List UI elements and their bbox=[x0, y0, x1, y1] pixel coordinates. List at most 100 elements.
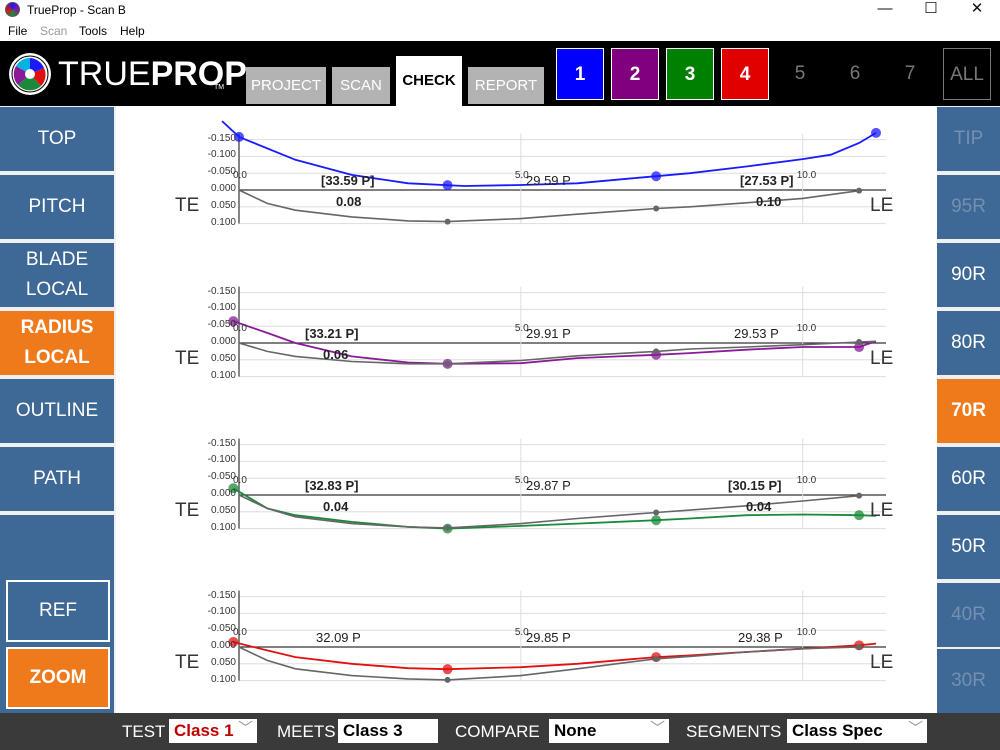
radius-95r-button[interactable]: 95R bbox=[937, 175, 1000, 239]
header-bar: TRUEPROP TM PROJECT SCAN CHECK REPORT 1 … bbox=[0, 41, 1000, 106]
y-tick-label: -0.150 bbox=[207, 437, 236, 449]
te-label: TE bbox=[175, 652, 200, 673]
right-radius-panel: TIP 95R 90R 80R 70R 60R 50R 40R 30R bbox=[937, 106, 1000, 713]
tab-check[interactable]: CHECK bbox=[396, 56, 462, 106]
y-tick-label: -0.100 bbox=[207, 606, 236, 618]
blade-1-button[interactable]: 1 bbox=[556, 48, 604, 100]
x-tick-label: 10.0 bbox=[796, 323, 817, 334]
x-tick-label: 10.0 bbox=[796, 627, 817, 638]
tab-project[interactable]: PROJECT bbox=[246, 67, 326, 104]
radius-60r-button[interactable]: 60R bbox=[937, 447, 1000, 511]
blade-point-marker bbox=[651, 171, 662, 182]
blade-6-button[interactable]: 6 bbox=[831, 48, 879, 100]
close-button[interactable]: ✕ bbox=[954, 0, 1000, 20]
y-tick-label: -0.100 bbox=[207, 302, 236, 314]
design-point-marker bbox=[856, 338, 863, 345]
radius-50r-button[interactable]: 50R bbox=[937, 515, 1000, 579]
tab-report[interactable]: REPORT bbox=[468, 67, 544, 104]
menu-tools[interactable]: Tools bbox=[79, 24, 107, 38]
le-label: LE bbox=[870, 500, 894, 521]
nav-outline-label: OUTLINE bbox=[15, 400, 99, 421]
blade-3-button[interactable]: 3 bbox=[666, 48, 714, 100]
plot-area: -0.150 -0.100 -0.050 0.000 0.050 0.100 0.0 5.0 1… bbox=[116, 106, 937, 713]
nav-top-button[interactable]: TOP bbox=[0, 107, 114, 171]
radius-90r-button[interactable]: 90R bbox=[937, 243, 1000, 307]
x-tick-label: 0.0 bbox=[233, 170, 247, 181]
compare-label: COMPARE bbox=[455, 722, 540, 741]
y-tick-label: -0.050 bbox=[207, 471, 236, 483]
compare-value: None bbox=[554, 721, 597, 740]
chevron-down-icon: ﹀ bbox=[237, 720, 253, 737]
blade-all-button[interactable]: ALL bbox=[943, 48, 991, 100]
segments-label: SEGMENTS bbox=[686, 722, 782, 741]
blade-4-button[interactable]: 4 bbox=[721, 48, 769, 100]
design-point-marker bbox=[856, 492, 863, 499]
radius-30r-button[interactable]: 30R bbox=[937, 649, 1000, 713]
section-plots bbox=[221, 120, 886, 683]
y-tick-label: -0.050 bbox=[207, 166, 236, 178]
zoom-button[interactable]: ZOOM bbox=[5, 646, 111, 710]
y-tick-label: -0.050 bbox=[207, 319, 236, 331]
le-label: LE bbox=[870, 348, 894, 369]
logo-trademark: TM bbox=[214, 84, 225, 91]
minimize-button[interactable]: — bbox=[862, 0, 908, 20]
y-tick-label: 0.050 bbox=[210, 504, 236, 516]
y-tick-label: 0.000 bbox=[210, 183, 236, 194]
le-label: LE bbox=[870, 652, 894, 673]
y-tick-label: 0.100 bbox=[210, 369, 236, 381]
y-tick-label: -0.050 bbox=[207, 623, 236, 635]
nav-blade-local-button[interactable]: BLADE LOCAL bbox=[0, 243, 114, 307]
meets-value: Class 3 bbox=[343, 721, 403, 740]
radius-tip-button[interactable]: TIP bbox=[937, 107, 1000, 171]
window-title: TrueProp - Scan B bbox=[27, 3, 126, 17]
menu-scan[interactable]: Scan bbox=[40, 24, 67, 38]
x-tick-label: 10.0 bbox=[796, 170, 817, 181]
meets-label: MEETS bbox=[277, 722, 336, 741]
nav-radius-local-label-1: RADIUS bbox=[20, 317, 94, 338]
design-point-marker bbox=[856, 187, 863, 194]
blade-point-marker bbox=[442, 180, 453, 191]
compare-select[interactable]: None ﹀ bbox=[549, 719, 669, 743]
test-select[interactable]: Class 1 ﹀ bbox=[169, 719, 257, 743]
y-tick-label: 0.050 bbox=[210, 199, 236, 211]
radius-70r-button[interactable]: 70R bbox=[937, 379, 1000, 443]
blade-section-line bbox=[233, 641, 877, 671]
design-point-marker bbox=[653, 348, 660, 355]
blade-point-marker bbox=[651, 515, 662, 526]
segments-select[interactable]: Class Spec ﹀ bbox=[787, 719, 927, 743]
x-tick-label: 0.0 bbox=[233, 323, 247, 334]
y-tick-label: 0.100 bbox=[210, 521, 236, 533]
nav-outline-button[interactable]: OUTLINE bbox=[0, 379, 114, 443]
blade-5-button[interactable]: 5 bbox=[776, 48, 824, 100]
maximize-button[interactable]: ☐ bbox=[908, 0, 954, 20]
trueprop-logo-icon bbox=[9, 53, 51, 95]
nav-pitch-button[interactable]: PITCH bbox=[0, 175, 114, 239]
title-bar: TrueProp - Scan B — ☐ ✕ bbox=[0, 0, 1000, 20]
tab-scan[interactable]: SCAN bbox=[332, 67, 390, 104]
nav-path-button[interactable]: PATH bbox=[0, 447, 114, 511]
chevron-down-icon: ﹀ bbox=[907, 720, 923, 737]
ref-button[interactable]: REF bbox=[5, 579, 111, 643]
design-point-marker bbox=[444, 218, 451, 225]
nav-top-label: TOP bbox=[37, 128, 77, 149]
nav-radius-local-button[interactable]: RADIUS LOCAL bbox=[0, 311, 114, 375]
design-point-marker bbox=[856, 644, 863, 650]
deviation-label: 0.06 bbox=[323, 347, 349, 362]
radius-40r-button[interactable]: 40R bbox=[937, 583, 1000, 647]
y-tick-label: 0.000 bbox=[210, 488, 236, 499]
menu-help[interactable]: Help bbox=[120, 24, 145, 38]
nav-blade-local-label-1: BLADE bbox=[25, 249, 89, 270]
y-tick-label: 0.050 bbox=[210, 352, 236, 364]
test-label: TEST bbox=[122, 722, 166, 741]
blade-7-button[interactable]: 7 bbox=[886, 48, 934, 100]
x-tick-label: 0.0 bbox=[233, 475, 247, 486]
te-label: TE bbox=[175, 500, 200, 521]
blade-2-button[interactable]: 2 bbox=[611, 48, 659, 100]
pitch-label: [27.53 P] bbox=[740, 173, 794, 188]
deviation-label: 0.04 bbox=[746, 499, 772, 514]
pitch-label: 29.53 P bbox=[734, 326, 779, 341]
menu-file[interactable]: File bbox=[8, 24, 27, 38]
y-tick-label: 0.100 bbox=[210, 216, 236, 228]
radius-80r-button[interactable]: 80R bbox=[937, 311, 1000, 375]
design-point-marker bbox=[653, 655, 660, 662]
